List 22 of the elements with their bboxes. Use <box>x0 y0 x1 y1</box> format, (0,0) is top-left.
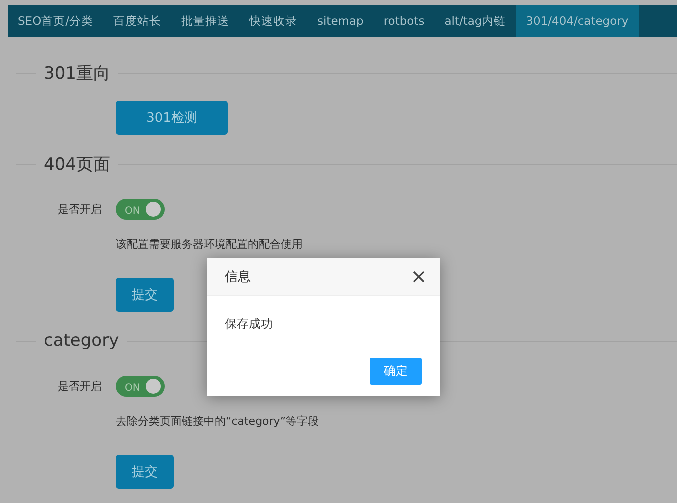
section-title: category <box>44 331 120 351</box>
nav-tab[interactable]: SEO首页/分类 <box>8 5 104 37</box>
field-label: 是否开启 <box>57 202 102 216</box>
nav-tab[interactable]: rotbots <box>374 5 435 37</box>
nav-tab[interactable]: 快速收录 <box>240 5 308 37</box>
hint-text: 该配置需要服务器环境配置的配合使用 <box>116 237 304 252</box>
nav-tab[interactable]: 301/404/category <box>516 5 639 37</box>
submit-button[interactable]: 提交 <box>116 278 174 312</box>
confirm-button[interactable]: 确定 <box>370 358 422 385</box>
nav-tab[interactable]: sitemap <box>308 5 374 37</box>
check-button[interactable]: 301检测 <box>116 101 228 135</box>
close-icon[interactable] <box>413 270 425 282</box>
dialog-message: 保存成功 <box>224 316 274 333</box>
nav-tab[interactable]: 百度站长 <box>104 5 172 37</box>
submit-button[interactable]: 提交 <box>116 455 174 489</box>
hint-text: 去除分类页面链接中的“category”等字段 <box>116 414 320 429</box>
section-title: 404页面 <box>44 154 110 176</box>
nav-tab[interactable]: alt/tag内链 <box>434 5 516 37</box>
dialog-title: 信息 <box>225 268 251 286</box>
section-title: 301重向 <box>44 62 110 84</box>
nav-tab[interactable]: 批量推送 <box>172 5 240 37</box>
field-label: 是否开启 <box>57 378 102 394</box>
